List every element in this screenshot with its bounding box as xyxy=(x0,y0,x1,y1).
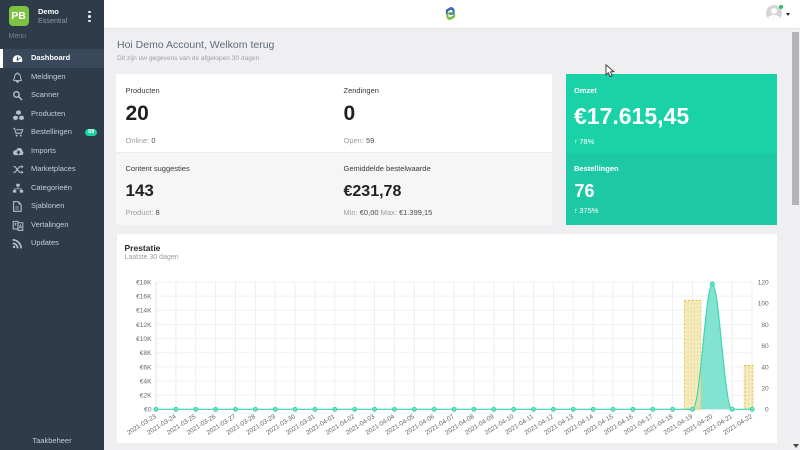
svg-text:100: 100 xyxy=(758,301,769,308)
svg-text:0: 0 xyxy=(765,407,769,414)
svg-text:€2K: €2K xyxy=(140,393,152,400)
svg-text:80: 80 xyxy=(761,322,769,329)
svg-text:60: 60 xyxy=(761,343,769,350)
svg-text:€14K: €14K xyxy=(136,308,152,315)
svg-text:120: 120 xyxy=(758,279,769,286)
svg-text:40: 40 xyxy=(761,364,769,371)
svg-text:€0: €0 xyxy=(144,407,152,414)
svg-text:€6K: €6K xyxy=(140,364,152,371)
svg-text:€4K: €4K xyxy=(140,378,152,385)
svg-text:€12K: €12K xyxy=(136,322,152,329)
svg-text:€18K: €18K xyxy=(136,279,152,286)
svg-text:€10K: €10K xyxy=(136,336,152,343)
svg-text:20: 20 xyxy=(761,385,769,392)
svg-text:€16K: €16K xyxy=(136,294,152,301)
svg-text:€8K: €8K xyxy=(140,350,152,357)
